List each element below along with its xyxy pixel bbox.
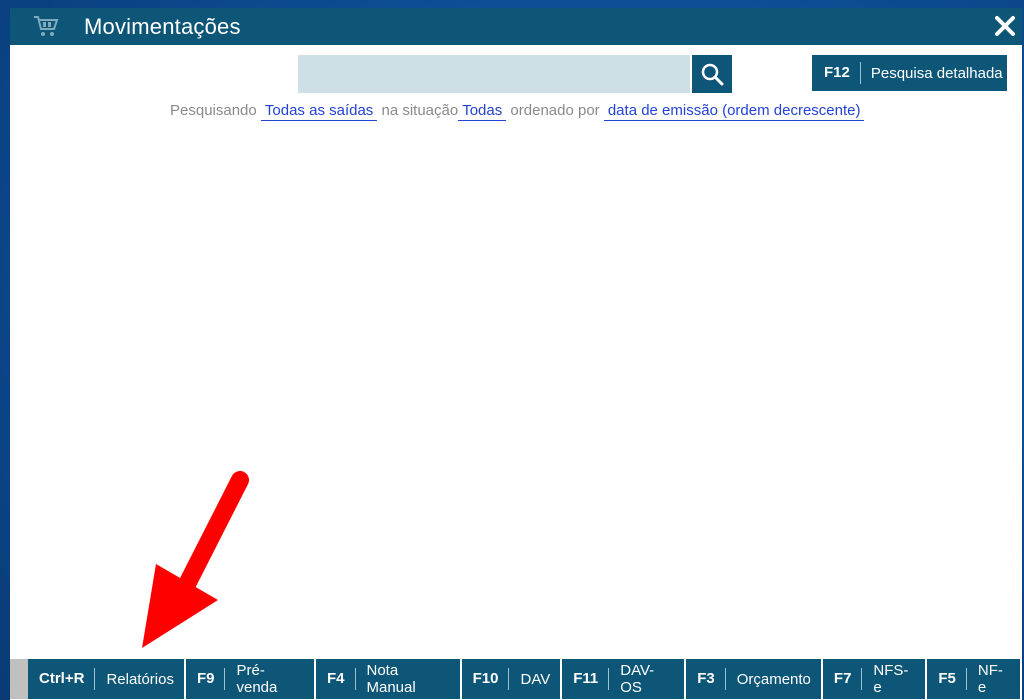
fkey-key: F3 <box>686 668 726 690</box>
filter-prefix: Pesquisando <box>170 102 257 119</box>
fkey-relatorios-button[interactable]: Ctrl+R Relatórios <box>28 659 186 699</box>
search-input[interactable] <box>298 55 690 93</box>
fkey-key: F11 <box>562 668 610 690</box>
filter-order-link[interactable]: data de emissão (ordem decrescente) <box>603 102 865 121</box>
fkey-dav-button[interactable]: F10 DAV <box>461 659 563 699</box>
fkey-label: NF-e <box>977 662 1003 696</box>
fkey-dav-os-button[interactable]: F11 DAV-OS <box>562 659 687 699</box>
fkey-key: F10 <box>462 668 510 690</box>
filter-situation-prefix: na situação <box>381 102 459 119</box>
fkey-nota-manual-button[interactable]: F4 Nota Manual <box>315 659 462 699</box>
fkey-label: Pré-venda <box>236 662 278 696</box>
shopping-cart-icon <box>32 13 60 39</box>
search-button[interactable] <box>692 55 732 93</box>
fkey-key: Ctrl+R <box>28 668 96 690</box>
fkey-label: NFS-e <box>873 662 909 696</box>
fkey-key: F4 <box>316 668 356 690</box>
function-key-list: Ctrl+R Relatórios F9 Pré-venda F4 Nota M… <box>28 659 1022 699</box>
fkey-label: Relatórios <box>106 670 174 688</box>
fkey-nf-e-button[interactable]: F5 NF-e <box>927 659 1022 699</box>
fkey-label: DAV-OS <box>620 662 655 696</box>
search-filter-summary: Pesquisando Todas as saídas na situação T… <box>170 102 865 121</box>
advanced-search-key: F12 <box>812 62 861 84</box>
filter-situation-link[interactable]: Todas <box>458 102 507 121</box>
red-arrow-annotation <box>142 471 249 648</box>
fkey-label: Nota Manual <box>366 662 416 696</box>
fkey-key: F5 <box>927 668 967 690</box>
fkey-label: DAV <box>520 670 551 688</box>
filter-order-prefix: ordenado por <box>510 102 600 119</box>
fkey-orcamento-button[interactable]: F3 Orçamento <box>686 659 823 699</box>
search-icon <box>701 63 724 86</box>
close-icon[interactable] <box>992 13 1018 39</box>
function-key-bar: Ctrl+R Relatórios F9 Pré-venda F4 Nota M… <box>10 658 1022 700</box>
title-bar: Movimentações <box>10 8 1022 45</box>
fkey-key: F7 <box>823 668 863 690</box>
filter-type-link[interactable]: Todas as saídas <box>260 102 378 121</box>
advanced-search-button[interactable]: F12 Pesquisa detalhada <box>812 55 1007 91</box>
fkey-label: Orçamento <box>736 670 811 688</box>
fkey-key: F9 <box>186 668 226 690</box>
window-title: Movimentações <box>84 14 241 39</box>
fkey-pre-venda-button[interactable]: F9 Pré-venda <box>185 659 316 699</box>
advanced-search-label: Pesquisa detalhada <box>870 64 1003 82</box>
bar-left-strip <box>10 659 28 699</box>
fkey-nfs-e-button[interactable]: F7 NFS-e <box>822 659 928 699</box>
movimentacoes-window: Movimentações F12 Pesquisa detalhada Pes… <box>10 8 1022 700</box>
